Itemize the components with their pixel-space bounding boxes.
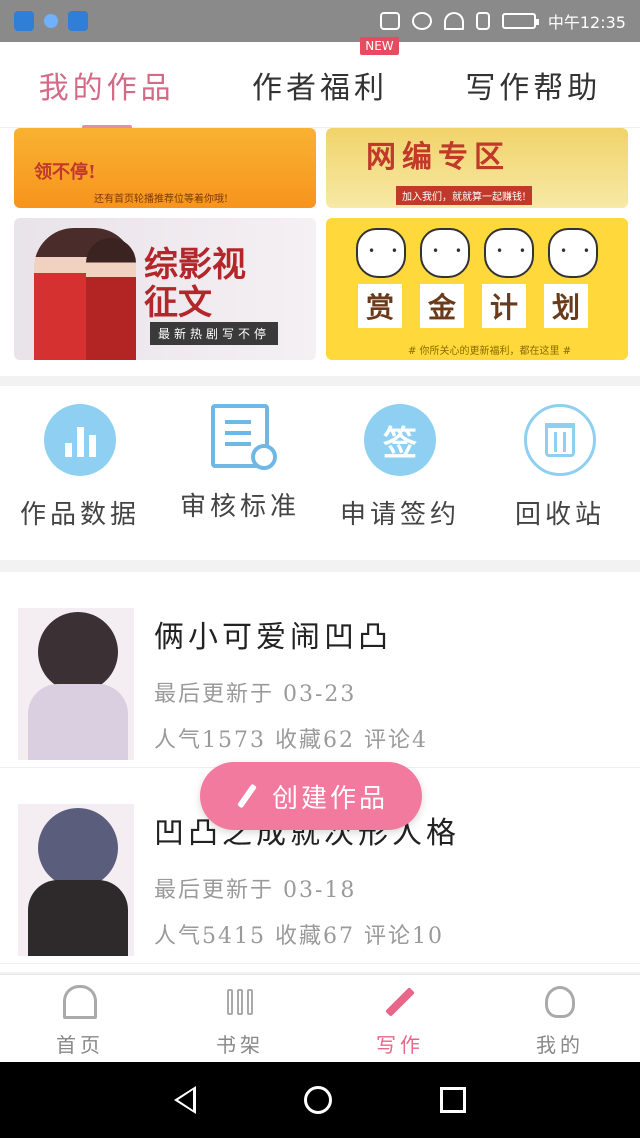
tab-label: 我的作品 bbox=[38, 70, 175, 106]
banner-homepage-promo[interactable]: 领不停! 还有首页轮播推荐位等着你哦! bbox=[14, 128, 316, 208]
banner-word-row: 赏 金 计 划 bbox=[358, 284, 588, 328]
work-stats: 人气5415 收藏67 评论10 bbox=[154, 924, 444, 949]
sim-alert-icon bbox=[475, 12, 490, 30]
banner-title: 领不停! bbox=[34, 162, 96, 183]
nav-write[interactable]: 写作 bbox=[320, 975, 480, 1062]
cat-illustration bbox=[420, 228, 470, 278]
cat-illustrations bbox=[356, 228, 598, 278]
new-badge: NEW bbox=[360, 36, 399, 55]
nav-label: 书架 bbox=[216, 1033, 264, 1057]
create-work-label: 创建作品 bbox=[271, 783, 388, 814]
work-title: 俩小可爱闹凹凸 bbox=[154, 620, 392, 655]
battery-icon bbox=[501, 13, 539, 29]
cat-illustration bbox=[356, 228, 406, 278]
banner-editor-zone[interactable]: 网编专区 加入我们，就就算一起赚钱! bbox=[326, 128, 628, 208]
nav-label: 我的 bbox=[536, 1033, 584, 1057]
status-left bbox=[14, 11, 88, 31]
feature-label: 回收站 bbox=[514, 500, 605, 530]
sign-icon: 签 bbox=[364, 404, 436, 476]
feature-label: 作品数据 bbox=[19, 500, 140, 530]
banner-word: 计 bbox=[482, 284, 526, 328]
home-circle-icon[interactable] bbox=[304, 1086, 332, 1114]
nav-profile[interactable]: 我的 bbox=[480, 975, 640, 1062]
banner-bounty-plan[interactable]: 赏 金 计 划 # 你所关心的更新福利，都在这里 # bbox=[326, 218, 628, 360]
nav-home[interactable]: 首页 bbox=[0, 975, 160, 1062]
bookshelf-icon bbox=[221, 983, 259, 1021]
wifi-icon bbox=[443, 12, 464, 30]
nav-label: 写作 bbox=[376, 1033, 424, 1057]
banner-subtitle: 最新热剧写不停 bbox=[150, 322, 279, 345]
feature-apply-contract[interactable]: 签 申请签约 bbox=[320, 386, 480, 560]
tab-my-works[interactable]: 我的作品 bbox=[0, 63, 213, 129]
recent-apps-icon[interactable] bbox=[440, 1087, 466, 1113]
work-updated: 最后更新于 03-23 bbox=[154, 682, 357, 707]
nav-label: 首页 bbox=[56, 1033, 104, 1057]
banner-word: 赏 bbox=[358, 284, 402, 328]
tab-label: 写作帮助 bbox=[465, 70, 602, 106]
status-bar: 中午12:35 bbox=[0, 0, 640, 42]
app-notification-icon bbox=[44, 14, 58, 28]
back-icon[interactable] bbox=[174, 1086, 196, 1114]
list-item[interactable]: 俩小可爱闹凹凸 最后更新于 03-23 人气1573 收藏62 评论4 bbox=[0, 572, 640, 768]
costume-figure-image bbox=[86, 238, 136, 360]
nav-bookshelf[interactable]: 书架 bbox=[160, 975, 320, 1062]
system-nav-bar bbox=[0, 1062, 640, 1138]
banner-subtitle: 还有首页轮播推荐位等着你哦! bbox=[94, 194, 229, 205]
feature-label: 审核标准 bbox=[179, 492, 300, 522]
feature-recycle-bin[interactable]: 回收站 bbox=[480, 386, 640, 560]
shield-app-icon bbox=[14, 11, 34, 31]
sign-glyph: 签 bbox=[383, 423, 417, 464]
alarm-icon bbox=[411, 12, 432, 30]
banner-subtitle: 加入我们，就就算一起赚钱! bbox=[396, 186, 533, 205]
banner-grid: 领不停! 还有首页轮播推荐位等着你哦! 网编专区 加入我们，就就算一起赚钱! 综… bbox=[0, 128, 640, 376]
feature-work-data[interactable]: 作品数据 bbox=[0, 386, 160, 560]
tab-writing-help[interactable]: 写作帮助 bbox=[427, 63, 640, 107]
status-time: 中午12:35 bbox=[547, 13, 626, 32]
banner-word: 金 bbox=[420, 284, 464, 328]
hotspot-app-icon bbox=[68, 11, 88, 31]
cat-illustration bbox=[548, 228, 598, 278]
banner-title: 综影视 征文 bbox=[144, 245, 246, 323]
feature-review-standards[interactable]: 审核标准 bbox=[160, 386, 320, 560]
profile-icon bbox=[541, 983, 579, 1021]
cat-illustration bbox=[484, 228, 534, 278]
top-tabs: 我的作品 作者福利 NEW 写作帮助 bbox=[0, 36, 640, 129]
tab-author-benefits[interactable]: 作者福利 NEW bbox=[213, 36, 426, 107]
banner-subtitle: # 你所关心的更新福利，都在这里 # bbox=[408, 346, 572, 357]
banner-drama-contest[interactable]: 综影视 征文 最新热剧写不停 bbox=[14, 218, 316, 360]
work-cover-image bbox=[18, 804, 134, 956]
create-work-button[interactable]: 创建作品 bbox=[200, 762, 422, 830]
banner-word: 划 bbox=[544, 284, 588, 328]
chart-icon bbox=[44, 404, 116, 476]
banner-title: 网编专区 bbox=[366, 140, 510, 175]
bottom-nav: 首页 书架 写作 我的 bbox=[0, 974, 640, 1062]
work-updated: 最后更新于 03-18 bbox=[154, 878, 357, 903]
pen-icon bbox=[237, 783, 257, 809]
pen-icon bbox=[381, 983, 419, 1021]
feature-label: 申请签约 bbox=[339, 500, 460, 530]
feature-grid: 作品数据 审核标准 签 申请签约 回收站 bbox=[0, 386, 640, 560]
tab-label: 作者福利 bbox=[251, 70, 388, 106]
document-icon bbox=[211, 404, 277, 470]
work-cover-image bbox=[18, 608, 134, 760]
home-icon bbox=[61, 983, 99, 1021]
mute-icon bbox=[379, 12, 400, 30]
work-stats: 人气1573 收藏62 评论4 bbox=[154, 728, 428, 753]
status-right: 中午12:35 bbox=[379, 9, 626, 33]
trash-icon bbox=[524, 404, 596, 476]
